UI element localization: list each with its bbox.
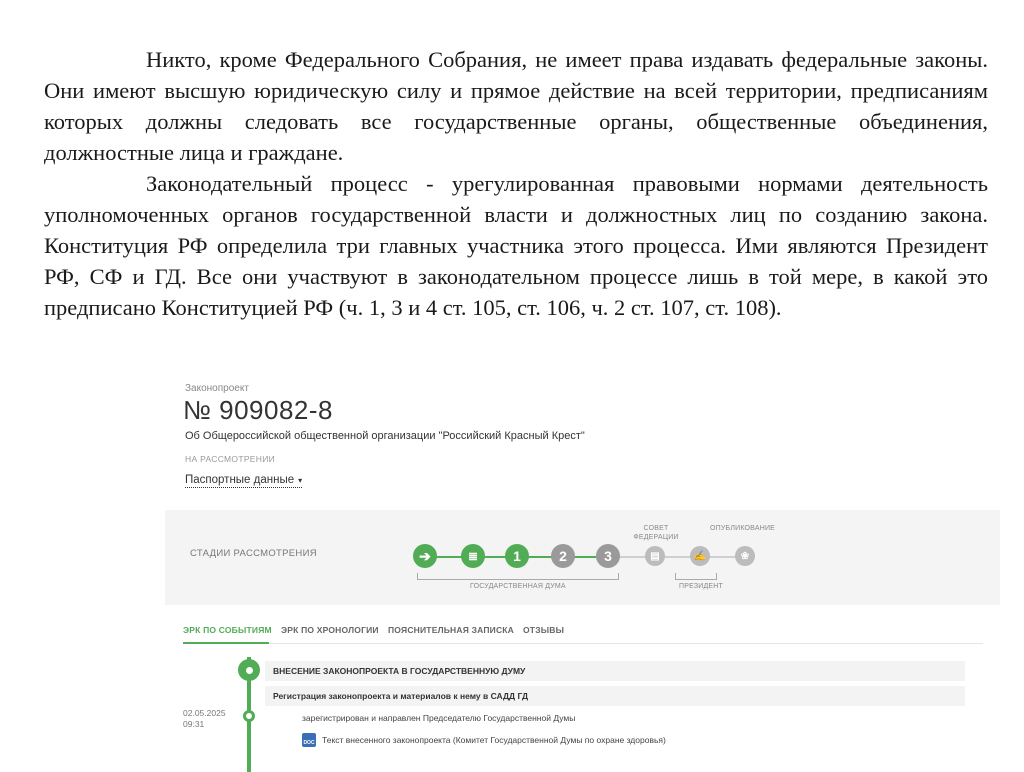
tab-explanatory-note[interactable]: ПОЯСНИТЕЛЬНАЯ ЗАПИСКА bbox=[388, 625, 514, 635]
bill-number: № 909082-8 bbox=[183, 395, 333, 425]
tab-reviews[interactable]: ОТЗЫВЫ bbox=[523, 625, 564, 635]
event-time: 09:31 bbox=[183, 719, 205, 729]
publication-label: ОПУБЛИКОВАНИЕ bbox=[710, 525, 776, 532]
bill-label: Законопроект bbox=[185, 383, 249, 394]
document-link[interactable]: DOC Текст внесенного законопроекта (Коми… bbox=[302, 733, 666, 747]
president-label: ПРЕЗИДЕНТ bbox=[679, 583, 724, 590]
state-duma-bracket bbox=[417, 573, 619, 580]
timeline-dot-icon bbox=[243, 710, 255, 722]
stage-publication-icon[interactable]: ❀ bbox=[735, 546, 755, 566]
event-title[interactable]: ВНЕСЕНИЕ ЗАКОНОПРОЕКТА В ГОСУДАРСТВЕННУЮ… bbox=[265, 661, 965, 681]
event-date: 02.05.2025 bbox=[183, 708, 226, 718]
president-bracket bbox=[675, 573, 717, 580]
stages-label: СТАДИИ РАССМОТРЕНИЯ bbox=[190, 548, 317, 559]
event-datetime: 02.05.2025 09:31 bbox=[183, 708, 226, 730]
tabs-divider bbox=[183, 643, 983, 644]
tab-events[interactable]: ЭРК ПО СОБЫТИЯМ bbox=[183, 625, 272, 635]
tab-chronology[interactable]: ЭРК ПО ХРОНОЛОГИИ bbox=[281, 625, 379, 635]
stage-introduction-icon[interactable]: ➔ bbox=[413, 544, 437, 568]
stages-panel: СТАДИИ РАССМОТРЕНИЯ СОВЕТ ФЕДЕРАЦИИ ОПУБ… bbox=[165, 510, 1000, 605]
bill-title: Об Общероссийской общественной организац… bbox=[185, 430, 585, 442]
stage-federation-council-icon[interactable]: ▤ bbox=[645, 546, 665, 566]
timeline-node-icon bbox=[238, 659, 260, 681]
bill-status: НА РАССМОТРЕНИИ bbox=[185, 454, 276, 464]
caret-down-icon: ▾ bbox=[298, 476, 303, 485]
event-item: зарегистрирован и направлен Председателю… bbox=[302, 713, 576, 723]
active-tab-indicator bbox=[183, 642, 269, 644]
stage-preliminary-icon[interactable]: ≣ bbox=[461, 544, 485, 568]
federation-council-label: СОВЕТ ФЕДЕРАЦИИ bbox=[633, 525, 679, 541]
remaining-line bbox=[615, 556, 750, 558]
state-duma-label: ГОСУДАРСТВЕННАЯ ДУМА bbox=[470, 583, 566, 590]
paragraph-1: Никто, кроме Федерального Собрания, не и… bbox=[44, 47, 988, 165]
paragraph-2: Законодательный процесс - урегулированна… bbox=[44, 171, 988, 320]
bill-screenshot: Законопроект № 909082-8 Об Общероссийско… bbox=[165, 375, 1000, 772]
stage-first-reading[interactable]: 1 bbox=[505, 544, 529, 568]
stage-second-reading[interactable]: 2 bbox=[551, 544, 575, 568]
passport-data-dropdown[interactable]: Паспортные данные ▾ bbox=[185, 474, 303, 488]
doc-file-icon: DOC bbox=[302, 733, 316, 747]
document-title: Текст внесенного законопроекта (Комитет … bbox=[322, 735, 666, 745]
document-text: Никто, кроме Федерального Собрания, не и… bbox=[44, 44, 988, 323]
passport-data-label: Паспортные данные bbox=[185, 474, 295, 486]
sub-event-title[interactable]: Регистрация законопроекта и материалов к… bbox=[265, 686, 965, 706]
stage-president-icon[interactable]: ✍ bbox=[690, 546, 710, 566]
stage-third-reading[interactable]: 3 bbox=[596, 544, 620, 568]
